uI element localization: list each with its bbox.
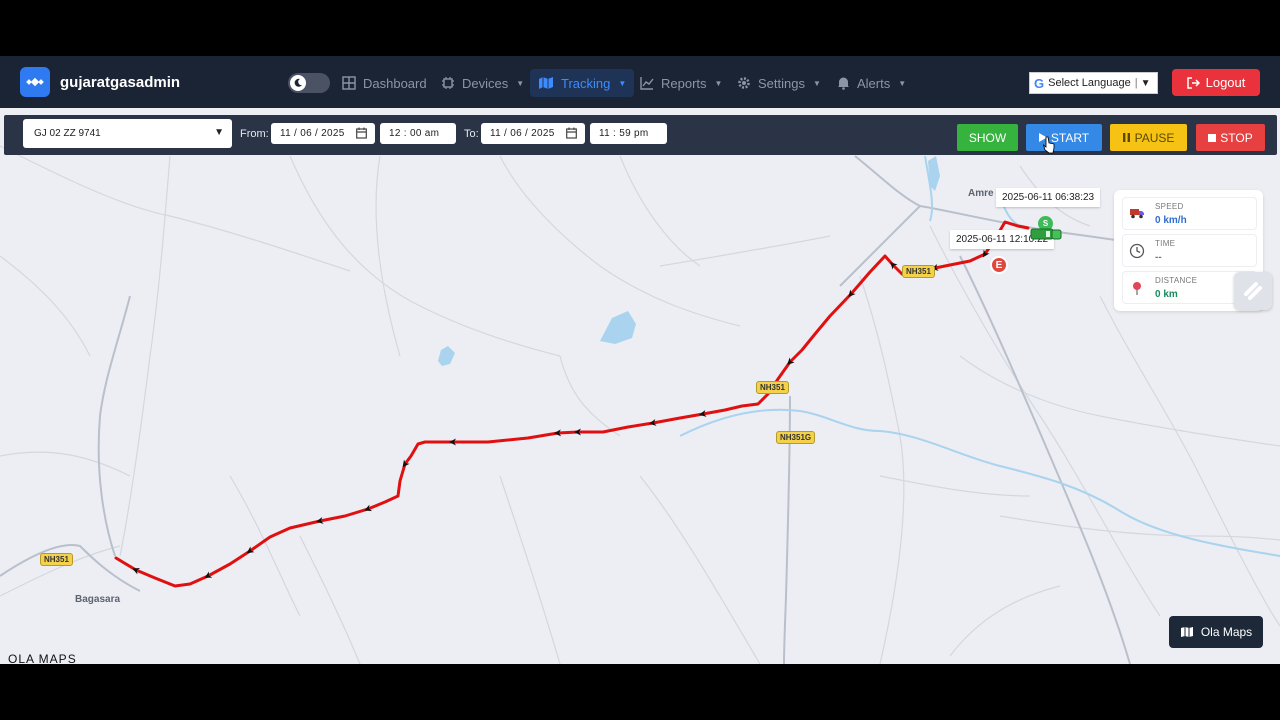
from-date-input[interactable]: 11 / 06 / 2025	[271, 123, 375, 144]
nav-tracking[interactable]: Tracking ▼	[530, 69, 635, 97]
bell-icon	[838, 77, 849, 90]
chevron-down-icon: ▼	[714, 78, 723, 88]
logout-button[interactable]: Logout	[1172, 69, 1260, 96]
chevron-down-icon: ▼	[1140, 77, 1151, 89]
google-icon: G	[1034, 75, 1045, 91]
calendar-icon[interactable]	[356, 127, 367, 139]
start-label: START	[1050, 130, 1090, 145]
end-marker[interactable]: E	[990, 256, 1008, 274]
stat-label: SPEED	[1155, 202, 1184, 211]
nav-reports[interactable]: Reports ▼	[632, 69, 730, 97]
stop-button[interactable]: STOP	[1196, 124, 1265, 151]
stat-label: TIME	[1155, 239, 1176, 248]
route-path	[114, 220, 1030, 588]
brand[interactable]: gujaratgasadmin	[20, 67, 180, 97]
start-button[interactable]: START	[1026, 124, 1102, 151]
vehicle-marker-icon[interactable]	[1030, 227, 1062, 241]
nav-label: Reports	[661, 75, 707, 91]
stop-icon	[1208, 133, 1217, 142]
nav-devices[interactable]: Devices ▼	[433, 69, 532, 97]
calendar-icon[interactable]	[566, 127, 577, 139]
vehicle-select[interactable]: GJ 02 ZZ 9741 ▼	[23, 119, 232, 148]
nav-label: Settings	[758, 75, 805, 91]
nav-label: Alerts	[857, 75, 891, 91]
chevron-down-icon: ▼	[516, 78, 525, 88]
speed-stat: SPEED 0 km/h	[1122, 197, 1257, 230]
show-button[interactable]: SHOW	[957, 124, 1018, 151]
from-time-value: 12 : 00 am	[389, 128, 440, 139]
highway-shield: NH351	[756, 381, 789, 394]
map-layers-button[interactable]	[1234, 272, 1272, 310]
top-navbar: gujaratgasadmin Dashboard Devices ▼ Trac…	[0, 56, 1280, 108]
language-select[interactable]: G Select Language | ▼	[1029, 72, 1158, 94]
from-label: From:	[240, 128, 269, 140]
stat-label: DISTANCE	[1155, 276, 1198, 285]
mouse-cursor-icon	[1043, 136, 1055, 154]
start-time-tooltip: 2025-06-11 06:38:23	[996, 188, 1101, 207]
truck-icon	[1130, 209, 1144, 219]
time-value: --	[1155, 252, 1162, 263]
highway-shield: NH351	[902, 265, 935, 278]
nav-dashboard[interactable]: Dashboard	[334, 69, 435, 97]
route-line	[114, 220, 1030, 588]
from-time-input[interactable]: 12 : 00 am	[380, 123, 456, 144]
chevron-down-icon: ▼	[214, 127, 224, 138]
divider: |	[1134, 77, 1138, 89]
logout-label: Logout	[1205, 75, 1246, 90]
moon-icon	[290, 75, 306, 91]
pause-button[interactable]: PAUSE	[1110, 124, 1187, 151]
ola-maps-button[interactable]: Ola Maps	[1169, 616, 1263, 648]
to-time-value: 11 : 59 pm	[599, 128, 649, 139]
chevron-down-icon: ▼	[812, 78, 821, 88]
line-chart-icon	[640, 77, 654, 90]
nav-label: Tracking	[561, 75, 611, 91]
satellite-icon	[20, 67, 50, 97]
chevron-down-icon: ▼	[618, 78, 627, 88]
to-date-value: 11 / 06 / 2025	[490, 128, 555, 139]
highway-shield: NH351G	[776, 431, 816, 444]
brand-name: gujaratgasadmin	[60, 73, 181, 91]
to-time-input[interactable]: 11 : 59 pm	[590, 123, 667, 144]
map-attribution: OLA MAPS	[8, 652, 77, 664]
theme-toggle[interactable]	[288, 73, 330, 93]
vehicle-number: GJ 02 ZZ 9741	[34, 128, 101, 139]
logout-icon	[1186, 76, 1200, 89]
nav-label: Devices	[462, 75, 509, 91]
map-icon	[1180, 627, 1193, 637]
tracking-app: Amre Bagasara NH351 NH351 NH351G NH351 2…	[0, 56, 1280, 664]
chip-icon	[442, 77, 454, 89]
nav-alerts[interactable]: Alerts ▼	[829, 69, 914, 97]
town-label: Amre	[968, 188, 994, 199]
show-label: SHOW	[968, 130, 1007, 145]
distance-value: 0 km	[1155, 289, 1178, 300]
to-date-input[interactable]: 11 / 06 / 2025	[481, 123, 585, 144]
ola-maps-label: Ola Maps	[1200, 625, 1253, 639]
nav-label: Dashboard	[363, 75, 427, 91]
playback-controls: GJ 02 ZZ 9741 ▼ From: 11 / 06 / 2025 12 …	[4, 115, 1277, 155]
layers-icon	[1244, 282, 1262, 300]
map-icon	[539, 77, 553, 89]
town-label: Bagasara	[75, 594, 121, 605]
to-label: To:	[464, 128, 479, 140]
chevron-down-icon: ▼	[898, 78, 907, 88]
pause-label: PAUSE	[1134, 130, 1175, 145]
pause-icon	[1122, 133, 1130, 142]
stop-label: STOP	[1220, 130, 1253, 145]
pin-icon	[1133, 282, 1141, 295]
highway-shield: NH351	[40, 553, 73, 566]
grid-icon	[342, 76, 356, 90]
clock-icon	[1129, 243, 1145, 259]
nav-settings[interactable]: Settings ▼	[729, 69, 829, 97]
speed-value: 0 km/h	[1155, 215, 1187, 226]
from-date-value: 11 / 06 / 2025	[280, 128, 345, 139]
time-stat: TIME --	[1122, 234, 1257, 267]
language-label: Select Language	[1048, 77, 1131, 89]
gear-icon	[738, 77, 750, 89]
